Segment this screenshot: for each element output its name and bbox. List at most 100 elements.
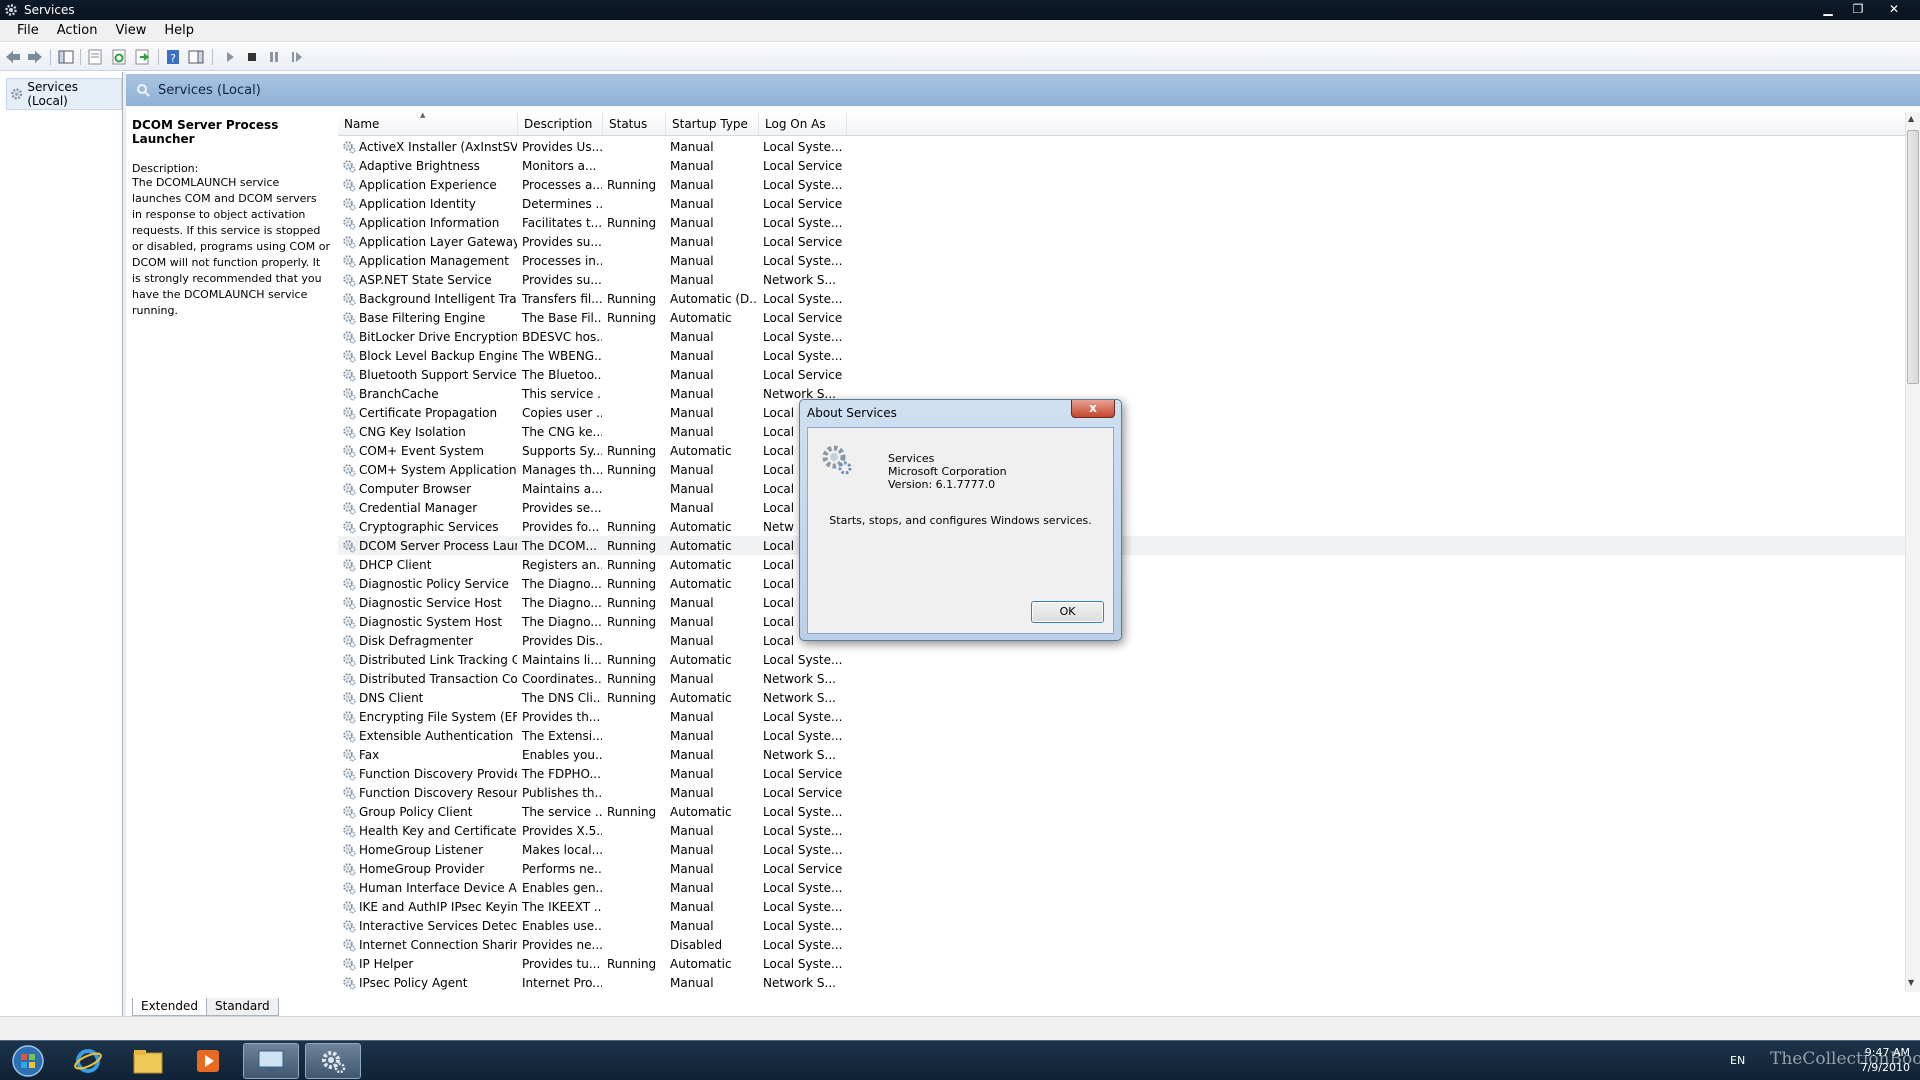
table-row[interactable]: Distributed Transaction Co... Coordinates… (338, 669, 1905, 688)
taskbar: EN TheCollectionBook 9:47 AM 7/9/2010 (0, 1040, 1920, 1080)
service-startup-cell: Manual (670, 272, 714, 287)
services-taskbar-icon[interactable] (305, 1043, 361, 1079)
close-icon[interactable]: ✕ (1882, 0, 1906, 20)
table-row[interactable]: Internet Connection Sharin... Provides ne… (338, 935, 1905, 954)
service-description-cell: Enables you... (522, 747, 602, 762)
table-row[interactable]: IP Helper Provides tu... Running Automatic L… (338, 954, 1905, 973)
window-title: Services (24, 3, 75, 17)
service-description-cell: Provides th... (522, 709, 601, 724)
column-header-status[interactable]: Status (603, 112, 666, 135)
tab-standard[interactable]: Standard (206, 998, 279, 1016)
minimize-icon[interactable]: ▁ (1816, 0, 1840, 20)
table-row[interactable]: Distributed Link Tracking Cl... Maintains… (338, 650, 1905, 669)
language-indicator[interactable]: EN (1730, 1054, 1745, 1067)
service-gear-icon (343, 254, 356, 267)
start-service-icon[interactable] (221, 48, 239, 66)
service-name-cell: ActiveX Installer (AxInstSV) (338, 140, 517, 154)
service-startup-cell: Manual (670, 880, 714, 895)
column-header-log-on-as[interactable]: Log On As (759, 112, 847, 135)
pause-service-icon[interactable] (265, 48, 283, 66)
ok-button[interactable]: OK (1031, 601, 1104, 623)
start-orb-icon[interactable] (0, 1043, 56, 1079)
table-row[interactable]: Encrypting File System (EFS) Provides th.… (338, 707, 1905, 726)
table-row[interactable]: ActiveX Installer (AxInstSV) Provides Us.… (338, 137, 1905, 156)
service-status-cell: Running (607, 804, 657, 819)
table-row[interactable]: Adaptive Brightness Monitors a... Manual Lo… (338, 156, 1905, 175)
refresh-icon[interactable] (110, 48, 128, 66)
table-row[interactable]: Application Management Processes in... Man… (338, 251, 1905, 270)
service-name-cell: Distributed Link Tracking Cl... (338, 653, 517, 667)
service-startup-cell: Automatic (670, 443, 732, 458)
table-row[interactable]: BranchCache This service ... Manual Network… (338, 384, 1905, 403)
menu-file[interactable]: File (8, 20, 48, 42)
table-row[interactable]: Function Discovery Resourc... Publishes t… (338, 783, 1905, 802)
menu-action[interactable]: Action (48, 20, 107, 42)
table-row[interactable]: BitLocker Drive Encryption ... BDESVC hos… (338, 327, 1905, 346)
table-row[interactable]: Group Policy Client The service ... Runnin… (338, 802, 1905, 821)
table-row[interactable]: IKE and AuthIP IPsec Keying... The IKEEXT… (338, 897, 1905, 916)
table-row[interactable]: Base Filtering Engine The Base Fil... Runn… (338, 308, 1905, 327)
table-row[interactable]: Application Information Facilitates t... R… (338, 213, 1905, 232)
export-list-icon[interactable] (133, 48, 151, 66)
column-header-startup-type[interactable]: Startup Type (666, 112, 759, 135)
column-header-description[interactable]: Description (518, 112, 603, 135)
dialog-close-icon[interactable]: x (1071, 400, 1115, 418)
remote-desktop-icon[interactable] (243, 1043, 299, 1079)
table-row[interactable]: Application Identity Determines ... Manual… (338, 194, 1905, 213)
show-hide-tree-icon[interactable] (57, 48, 75, 66)
service-gear-icon (343, 444, 356, 457)
table-row[interactable]: Bluetooth Support Service The Bluetoo... M… (338, 365, 1905, 384)
tree-node-services-local[interactable]: Services (Local) (6, 78, 122, 110)
table-row[interactable]: Block Level Backup Engine ... The WBENG..… (338, 346, 1905, 365)
table-row[interactable]: Application Layer Gateway ... Provides su… (338, 232, 1905, 251)
menu-view[interactable]: View (106, 20, 155, 42)
table-row[interactable]: HomeGroup Listener Makes local... Manual Lo… (338, 840, 1905, 859)
clock[interactable]: 9:47 AM 7/9/2010 (1861, 1045, 1910, 1075)
service-startup-cell: Disabled (670, 937, 723, 952)
service-logon-cell: Local Syste... (763, 842, 843, 857)
stop-service-icon[interactable] (243, 48, 261, 66)
service-name-text: Bluetooth Support Service (359, 367, 517, 382)
internet-explorer-icon[interactable] (60, 1043, 116, 1079)
forward-icon[interactable] (26, 48, 44, 66)
table-row[interactable]: HomeGroup Provider Performs ne... Manual Lo… (338, 859, 1905, 878)
restart-service-icon[interactable] (288, 48, 306, 66)
service-name-text: Base Filtering Engine (359, 310, 486, 325)
tab-extended[interactable]: Extended (132, 998, 207, 1016)
column-header-name[interactable]: Name ▲ (338, 112, 518, 135)
table-row[interactable]: Background Intelligent Tran... Transfers … (338, 289, 1905, 308)
service-description-cell: Registers an... (522, 557, 602, 572)
service-description-cell: Enables gen... (522, 880, 602, 895)
service-gear-icon (343, 140, 356, 153)
menu-help[interactable]: Help (155, 20, 203, 42)
media-player-icon[interactable] (180, 1043, 236, 1079)
table-row[interactable]: Extensible Authentication P... The Extens… (338, 726, 1905, 745)
table-row[interactable]: IPsec Policy Agent Internet Pro... Manual N… (338, 973, 1905, 992)
table-row[interactable]: DNS Client The DNS Cli... Running Automatic… (338, 688, 1905, 707)
table-row[interactable]: Application Experience Processes a... Runn… (338, 175, 1905, 194)
scroll-up-icon[interactable]: ▲ (1908, 114, 1914, 123)
service-name-text: ASP.NET State Service (359, 272, 492, 287)
vertical-scrollbar[interactable]: ▲ ▼ (1905, 112, 1920, 992)
restore-icon[interactable]: ❐ (1846, 0, 1870, 20)
show-action-pane-icon[interactable] (187, 48, 205, 66)
service-name-text: Distributed Transaction Co... (359, 671, 517, 686)
service-gear-icon (343, 938, 356, 951)
scroll-thumb[interactable] (1907, 130, 1919, 384)
table-row[interactable]: Health Key and Certificate ... Provides X… (338, 821, 1905, 840)
help-icon[interactable]: ? (164, 48, 182, 66)
back-icon[interactable] (4, 48, 22, 66)
scroll-down-icon[interactable]: ▼ (1908, 978, 1914, 987)
service-startup-cell: Manual (670, 462, 714, 477)
windows-explorer-icon[interactable] (120, 1043, 176, 1079)
table-row[interactable]: Fax Enables you... Manual Network S... (338, 745, 1905, 764)
table-row[interactable]: Function Discovery Provide... The FDPHO..… (338, 764, 1905, 783)
table-row[interactable]: ASP.NET State Service Provides su... Manua… (338, 270, 1905, 289)
service-startup-cell: Automatic (670, 652, 732, 667)
service-startup-cell: Manual (670, 405, 714, 420)
service-logon-cell: Local Syste... (763, 728, 843, 743)
table-row[interactable]: Interactive Services Detection Enables us… (338, 916, 1905, 935)
properties-icon[interactable] (86, 48, 104, 66)
service-logon-cell: Network S... (763, 747, 836, 762)
table-row[interactable]: Human Interface Device Ac... Enables gen.… (338, 878, 1905, 897)
